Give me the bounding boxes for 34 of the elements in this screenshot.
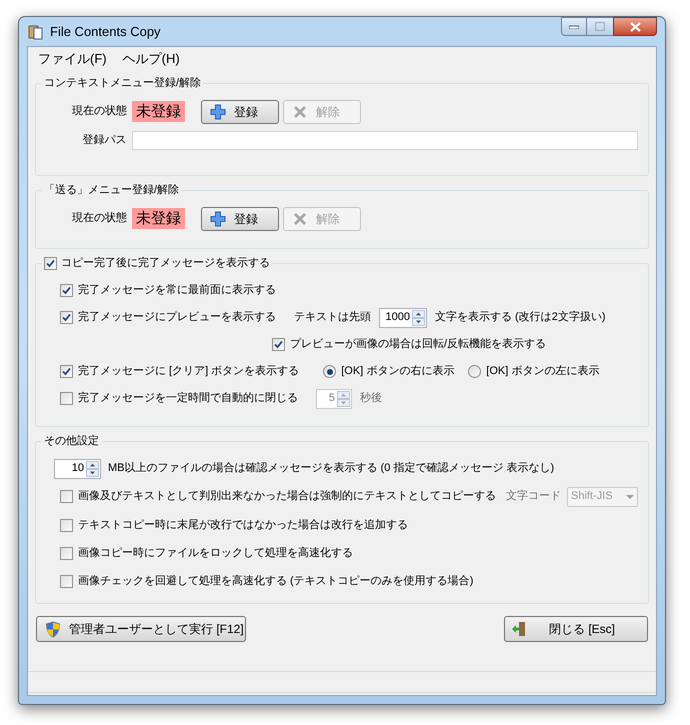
radio-label: [OK] ボタンの右に表示: [341, 364, 454, 380]
checkbox-label: 完了メッセージを一定時間で自動的に閉じる: [78, 390, 298, 406]
register-button[interactable]: 登録: [201, 206, 279, 230]
checkbox-label: 完了メッセージにプレビューを表示する: [78, 310, 276, 326]
checkbox-label: 完了メッセージに [クリア] ボタンを表示する: [78, 364, 300, 380]
preview-prefix-label: テキストは先頭: [294, 310, 371, 326]
window-title: File Contents Copy: [50, 22, 161, 41]
preview-suffix-label: 文字を表示する (改行は2文字扱い): [435, 310, 606, 326]
menu-item[interactable]: ファイル(F): [32, 49, 113, 69]
status-label: 現在の状態: [71, 211, 128, 226]
seconds-label: 秒後: [360, 391, 382, 406]
size-threshold-label: MB以上のファイルの場合は確認メッセージを表示する (0 指定で確認メッセージ 表示なし): [108, 460, 554, 476]
checkbox-label: コピー完了後に完了メッセージを表示する: [61, 256, 270, 271]
encoding-label: 文字コード: [506, 488, 561, 504]
group-title: コンテキストメニュー登録/解除: [44, 77, 202, 89]
run-as-admin-button[interactable]: 管理者ユーザーとして実行 [F12]: [36, 616, 246, 642]
group-title: 「送る」メニュー登録/解除: [44, 184, 180, 196]
checkbox-label: 画像チェックを回避して処理を高速化する (テキストコピーのみを使用する場合): [78, 574, 474, 590]
group-title: その他設定: [44, 435, 99, 447]
register-button[interactable]: 登録: [201, 100, 279, 124]
status-badge: 未登録: [132, 208, 185, 229]
number-field[interactable]: 10: [54, 458, 101, 478]
radio-label: [OK] ボタンの左に表示: [486, 364, 600, 380]
status-label: 現在の状態: [71, 104, 128, 120]
checkbox-label: 画像及びテキストとして判別出来なかった場合は強制的にテキストとしてコピーする: [78, 489, 496, 504]
close-dialog-button[interactable]: 閉じる [Esc]: [504, 616, 648, 642]
menu-item[interactable]: ヘルプ(H): [116, 49, 186, 69]
status-badge: 未登録: [132, 101, 185, 122]
path-label: 登録パス: [82, 132, 128, 148]
checkbox-label: プレビューが画像の場合は回転/反転機能を表示する: [290, 336, 546, 352]
checkbox-label: 完了メッセージを常に最前面に表示する: [78, 282, 276, 298]
checkbox-label: テキストコピー時に末尾が改行ではなかった場合は改行を追加する: [78, 518, 408, 534]
checkbox-label: 画像コピー時にファイルをロックして処理を高速化する: [78, 546, 353, 562]
number-field[interactable]: 1000: [379, 308, 427, 328]
